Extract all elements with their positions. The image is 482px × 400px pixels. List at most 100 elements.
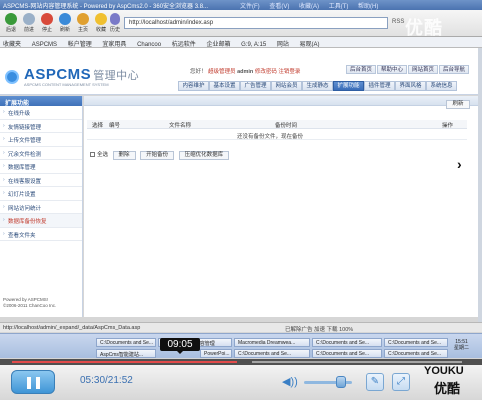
tab-basic-settings[interactable]: 基本设置 [209,81,240,91]
taskbar-item[interactable]: C:\Documents and Se... [234,349,310,358]
chevron-right-icon: › [3,163,5,169]
volume-icon[interactable]: ◀)) [282,375,298,388]
tab-content[interactable]: 内容维护 [178,81,209,91]
refresh-button[interactable]: 刷新 [56,13,74,33]
logo-subtitle: ASPCMS CONTENT MANAGEMENT SYSTEM [24,82,109,87]
user-role: 超级管理员 [208,69,236,75]
start-backup-button[interactable]: 开始备份 [140,151,175,160]
chevron-right-icon: › [3,217,5,223]
youku-logo: YOUKU [424,365,464,377]
clock-day: 星期二 [454,345,470,351]
tab-members[interactable]: 网站会员 [271,81,302,91]
forward-icon [23,13,35,25]
sidebar-item-service[interactable]: › 在线客服设置 [0,174,82,187]
rss-button[interactable]: RSS [392,19,404,25]
sidebar-item-links[interactable]: › 友情链接管理 [0,120,82,133]
empty-message[interactable]: 还没有备份文件，现在备份 [237,132,303,140]
nav-tabs: 内容维护 基本设置 广告管理 网站会员 生成静态 扩展功能 插件管理 界面风格 系统信息 [178,81,457,91]
status-bar: http://localhost/admin/_expand/_data/Asp… [0,322,482,333]
user-actions[interactable]: 修改密码 注销登录 [255,69,301,75]
table-actions: 全选 删除 开始备份 压缩优化数据库 [90,150,230,160]
chevron-right-icon: › [3,122,5,129]
chevron-right-icon: › [3,176,5,183]
taskbar-item[interactable]: C:\Documents and Se... [384,338,448,347]
taskbar-item[interactable]: PowerPoi... [200,349,232,358]
sidebar-item-label: 友情链接管理 [8,124,42,131]
tab-themes[interactable]: 界面风格 [395,81,426,91]
top-links: 后台首页 帮助中心 网站首页 后台导航 [346,65,470,74]
taskbar-item[interactable]: AspCms智能建站... [96,349,156,358]
chevron-right-icon[interactable]: › [457,156,462,172]
refresh-icon [59,13,71,25]
sidebar-item-slides[interactable]: › 幻灯片设置 [0,187,82,201]
forward-label: 前进 [23,27,34,33]
sidebar: 扩展功能 › 在线升级 › 友情链接管理 › 上传文件管理 › 冗余文件检测 › 数据库管… [0,96,83,317]
user-info: 您好！ 超级管理员 admin 修改密码 注销登录 [190,67,300,75]
fullscreen-icon[interactable]: ⤢ [392,373,410,391]
footer-copyright: ©2006-2011 ChanCoo Inc. [3,303,57,308]
sidebar-item-stats[interactable]: › 网站访问统计 [0,201,82,214]
tab-system-info[interactable]: 系统信息 [426,81,457,91]
sidebar-item-db-backup[interactable]: › 数据库备份恢复 [0,214,82,228]
sidebar-item-label: 在线升级 [8,111,31,117]
back-button[interactable]: 后退 [2,13,20,33]
home-button[interactable]: 主页 [74,13,92,33]
taskbar-item[interactable]: C:\Documents and Se... [312,349,382,358]
refresh-list-button[interactable]: 刷新 [446,100,470,109]
playback-time: 05:30/21:52 [80,375,133,386]
taskbar-item[interactable]: C:\Documents and Se... [96,338,156,347]
sidebar-item-online-upgrade[interactable]: › 在线升级 [0,106,82,120]
favorites-bar: 收藏夹 ASPCMS 帐户管理 宜家用具 Chancoo 杭远软件 企业邮箱 G… [0,37,482,48]
menu-bar: 文件(F) 查看(V) 收藏(A) 工具(T) 帮助(H) [240,1,386,10]
link-help-center[interactable]: 帮助中心 [377,65,407,74]
user-name: admin [237,69,254,75]
history-icon [110,13,120,25]
stop-button[interactable]: 停止 [38,13,56,33]
sidebar-item-uploads[interactable]: › 上传文件管理 [0,133,82,147]
chevron-right-icon: › [3,136,5,142]
history-button[interactable]: 历史 [108,13,122,33]
sidebar-item-label: 网站访问统计 [8,205,42,212]
star-icon [95,13,107,25]
sidebar-item-label: 数据库备份恢复 [8,219,47,225]
tab-ads[interactable]: 广告管理 [240,81,271,91]
pause-button[interactable] [11,370,55,394]
chevron-right-icon: › [3,230,5,237]
home-label: 主页 [77,27,88,33]
delete-button[interactable]: 删除 [112,151,136,160]
taskbar-clock: 15:51 星期二 [454,339,469,351]
tab-plugins[interactable]: 插件管理 [364,81,395,91]
taskbar-item[interactable]: C:\Documents and Se... [384,349,448,358]
tab-extensions[interactable]: 扩展功能 [333,81,364,91]
sidebar-item-label: 数据库管理 [8,165,36,171]
link-site-home[interactable]: 网站首页 [408,65,438,74]
sidebar-item-redundant[interactable]: › 冗余文件检测 [0,147,82,160]
seek-buffer [252,361,462,363]
seek-progress [12,361,237,363]
status-right: 已解除广告 加速 下载 100% [285,327,354,333]
status-url: http://localhost/admin/_expand/_data/Asp… [3,325,141,331]
col-actions: 操作 [442,123,454,129]
chevron-right-icon: › [3,109,5,115]
compact-database-button[interactable]: 压缩优化数据库 [178,151,230,160]
link-admin-home[interactable]: 后台首页 [346,65,376,74]
sidebar-item-label: 上传文件管理 [8,138,42,144]
address-bar[interactable]: http://localhost/admin/index.asp [124,17,388,29]
scroll-edge [478,48,482,322]
link-admin-nav[interactable]: 后台导航 [439,65,469,74]
forward-button[interactable]: 前进 [20,13,38,33]
settings-wrench-icon[interactable]: ✎ [366,373,384,391]
taskbar-item[interactable]: C:\Documents and Se... [312,338,382,347]
select-all-checkbox[interactable] [90,152,95,158]
tab-static[interactable]: 生成静态 [302,81,333,91]
volume-knob[interactable] [336,376,347,388]
pause-icon [36,377,40,389]
sidebar-item-folders[interactable]: › 查看文件夹 [0,228,82,241]
history-label: 历史 [109,27,120,33]
sidebar-item-database[interactable]: › 数据库管理 [0,160,82,174]
taskbar-item[interactable]: Macromedia Dreamwea... [234,338,310,347]
favorites-label: 收藏 [95,27,106,33]
col-filename: 文件名称 [169,123,192,129]
stop-icon [41,13,53,25]
main-panel: 刷新 选择 编号 文件名称 备份时间 操作 还没有备份文件，现在备份 全选 删除… [84,96,482,317]
